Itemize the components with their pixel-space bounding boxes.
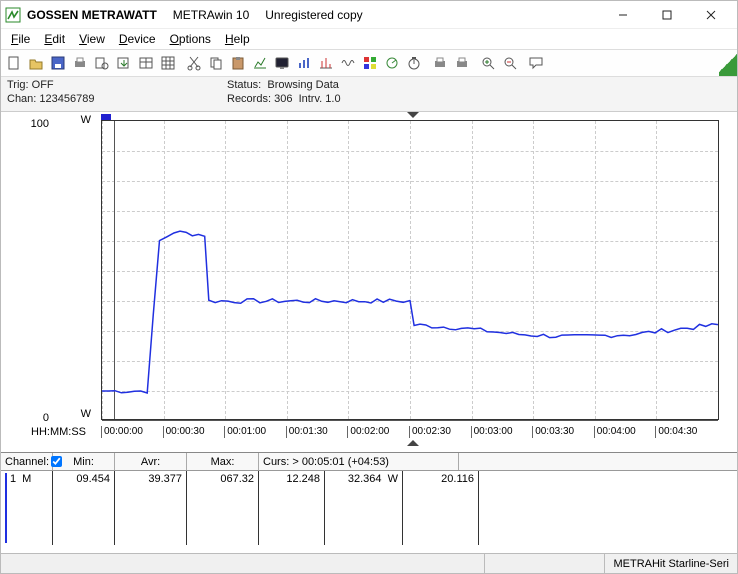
header-max[interactable]: Max:	[187, 453, 259, 470]
intrv-value: 1.0	[325, 93, 340, 105]
menu-file[interactable]: File	[5, 31, 36, 47]
table-row[interactable]: 1 M 09.454 39.377 067.32 12.248 32.364 W…	[1, 471, 737, 545]
x-tick: 00:01:00	[224, 426, 266, 438]
window-controls	[601, 1, 733, 29]
menu-help[interactable]: Help	[219, 31, 256, 47]
x-tick: 00:04:00	[594, 426, 636, 438]
cursor-time-text: > 00:05:01 (+04:53)	[292, 456, 389, 468]
cell-v2: 32.364 W	[325, 471, 403, 545]
plot-canvas[interactable]	[101, 120, 719, 420]
records-value: 306	[274, 93, 292, 105]
header-avr[interactable]: Avr:	[115, 453, 187, 470]
header-channel[interactable]: Channel:	[1, 453, 53, 470]
x-tick: 00:03:00	[471, 426, 513, 438]
minimize-button[interactable]	[601, 1, 645, 29]
app-name: METRAwin 10	[173, 8, 249, 22]
menu-view[interactable]: View	[73, 31, 111, 47]
x-tick: 00:04:30	[655, 426, 697, 438]
print-icon[interactable]	[69, 52, 91, 74]
statusbar-seg1	[484, 554, 604, 573]
cell-v1: 12.248	[259, 471, 325, 545]
menu-device[interactable]: Device	[113, 31, 162, 47]
status-info: Trig: OFF Chan: 123456789 Status: Browsi…	[1, 77, 737, 112]
cell-max: 067.32	[187, 471, 259, 545]
menubar: File Edit View Device Options Help	[1, 29, 737, 49]
y-tick-min: 0	[43, 412, 49, 424]
series-line	[102, 121, 718, 421]
printer2-icon[interactable]	[451, 52, 473, 74]
cursor-marker-bot	[407, 440, 419, 446]
display-icon[interactable]	[271, 52, 293, 74]
color-icon[interactable]	[359, 52, 381, 74]
cursor-marker-top	[407, 112, 419, 118]
x-tick: 00:01:30	[286, 426, 328, 438]
brand-text: GOSSEN METRAWATT	[27, 8, 157, 22]
trig-value: OFF	[32, 79, 54, 91]
records-label: Records:	[227, 93, 271, 105]
open-icon[interactable]	[25, 52, 47, 74]
status-value: Browsing Data	[267, 79, 339, 91]
cell-min: 09.454	[53, 471, 115, 545]
row-marker: M	[22, 473, 31, 543]
export-icon[interactable]	[113, 52, 135, 74]
x-tick: 00:02:30	[409, 426, 451, 438]
x-tick: 00:00:30	[163, 426, 205, 438]
y-unit-top: W	[81, 114, 91, 126]
app-icon	[5, 7, 21, 23]
save-icon[interactable]	[47, 52, 69, 74]
header-spacer	[459, 453, 737, 470]
wave-icon[interactable]	[337, 52, 359, 74]
cell-avr: 39.377	[115, 471, 187, 545]
preview-icon[interactable]	[91, 52, 113, 74]
data-table-header: Channel: Min: Avr: Max: Curs: > 00:05:01…	[1, 453, 737, 471]
chart-icon[interactable]	[249, 52, 271, 74]
toolbar	[1, 49, 737, 77]
scan-icon[interactable]	[381, 52, 403, 74]
zoom-out-icon[interactable]	[499, 52, 521, 74]
intrv-label: Intrv.	[299, 93, 323, 105]
row-index: 1	[5, 473, 16, 543]
timer-icon[interactable]	[403, 52, 425, 74]
bars-icon[interactable]	[293, 52, 315, 74]
cut-icon[interactable]	[183, 52, 205, 74]
zoom-in-icon[interactable]	[477, 52, 499, 74]
cell-v3: 20.116	[403, 471, 479, 545]
menu-edit[interactable]: Edit	[38, 31, 71, 47]
toolbar-resize-grip	[719, 50, 737, 76]
trig-label: Trig:	[7, 79, 29, 91]
x-axis-label: HH:MM:SS	[31, 426, 86, 438]
data-table: Channel: Min: Avr: Max: Curs: > 00:05:01…	[1, 452, 737, 546]
statusbar: METRAHit Starline-Seri	[1, 553, 737, 573]
bubble-icon[interactable]	[525, 52, 547, 74]
header-min[interactable]: Min:	[53, 453, 115, 470]
paste-icon[interactable]	[227, 52, 249, 74]
maximize-button[interactable]	[645, 1, 689, 29]
window-title: GOSSEN METRAWATT METRAwin 10 Unregistere…	[27, 8, 363, 22]
menu-options[interactable]: Options	[164, 31, 217, 47]
status-label: Status:	[227, 79, 261, 91]
stats-icon[interactable]	[315, 52, 337, 74]
y-tick-max: 100	[31, 118, 49, 130]
copy-icon[interactable]	[205, 52, 227, 74]
x-tick: 00:00:00	[101, 426, 143, 438]
grid-icon[interactable]	[157, 52, 179, 74]
cell-spacer	[479, 471, 737, 545]
new-icon[interactable]	[3, 52, 25, 74]
header-curs[interactable]: Curs: > 00:05:01 (+04:53)	[259, 453, 459, 470]
table-icon[interactable]	[135, 52, 157, 74]
registration-text: Unregistered copy	[265, 8, 362, 22]
close-button[interactable]	[689, 1, 733, 29]
chan-value: 123456789	[39, 93, 94, 105]
statusbar-device: METRAHit Starline-Seri	[604, 554, 737, 573]
x-tick: 00:02:00	[347, 426, 389, 438]
printer-icon[interactable]	[429, 52, 451, 74]
x-tick: 00:03:30	[532, 426, 574, 438]
chart-area[interactable]: 100 0 W W HH:MM:SS 00:00:00 00:00:30 00:01…	[1, 112, 737, 452]
y-unit-bot: W	[81, 408, 91, 420]
x-axis: HH:MM:SS 00:00:00 00:00:30 00:01:00 00:01:3…	[1, 426, 719, 448]
titlebar: GOSSEN METRAWATT METRAwin 10 Unregistere…	[1, 1, 737, 29]
chan-label: Chan:	[7, 93, 36, 105]
